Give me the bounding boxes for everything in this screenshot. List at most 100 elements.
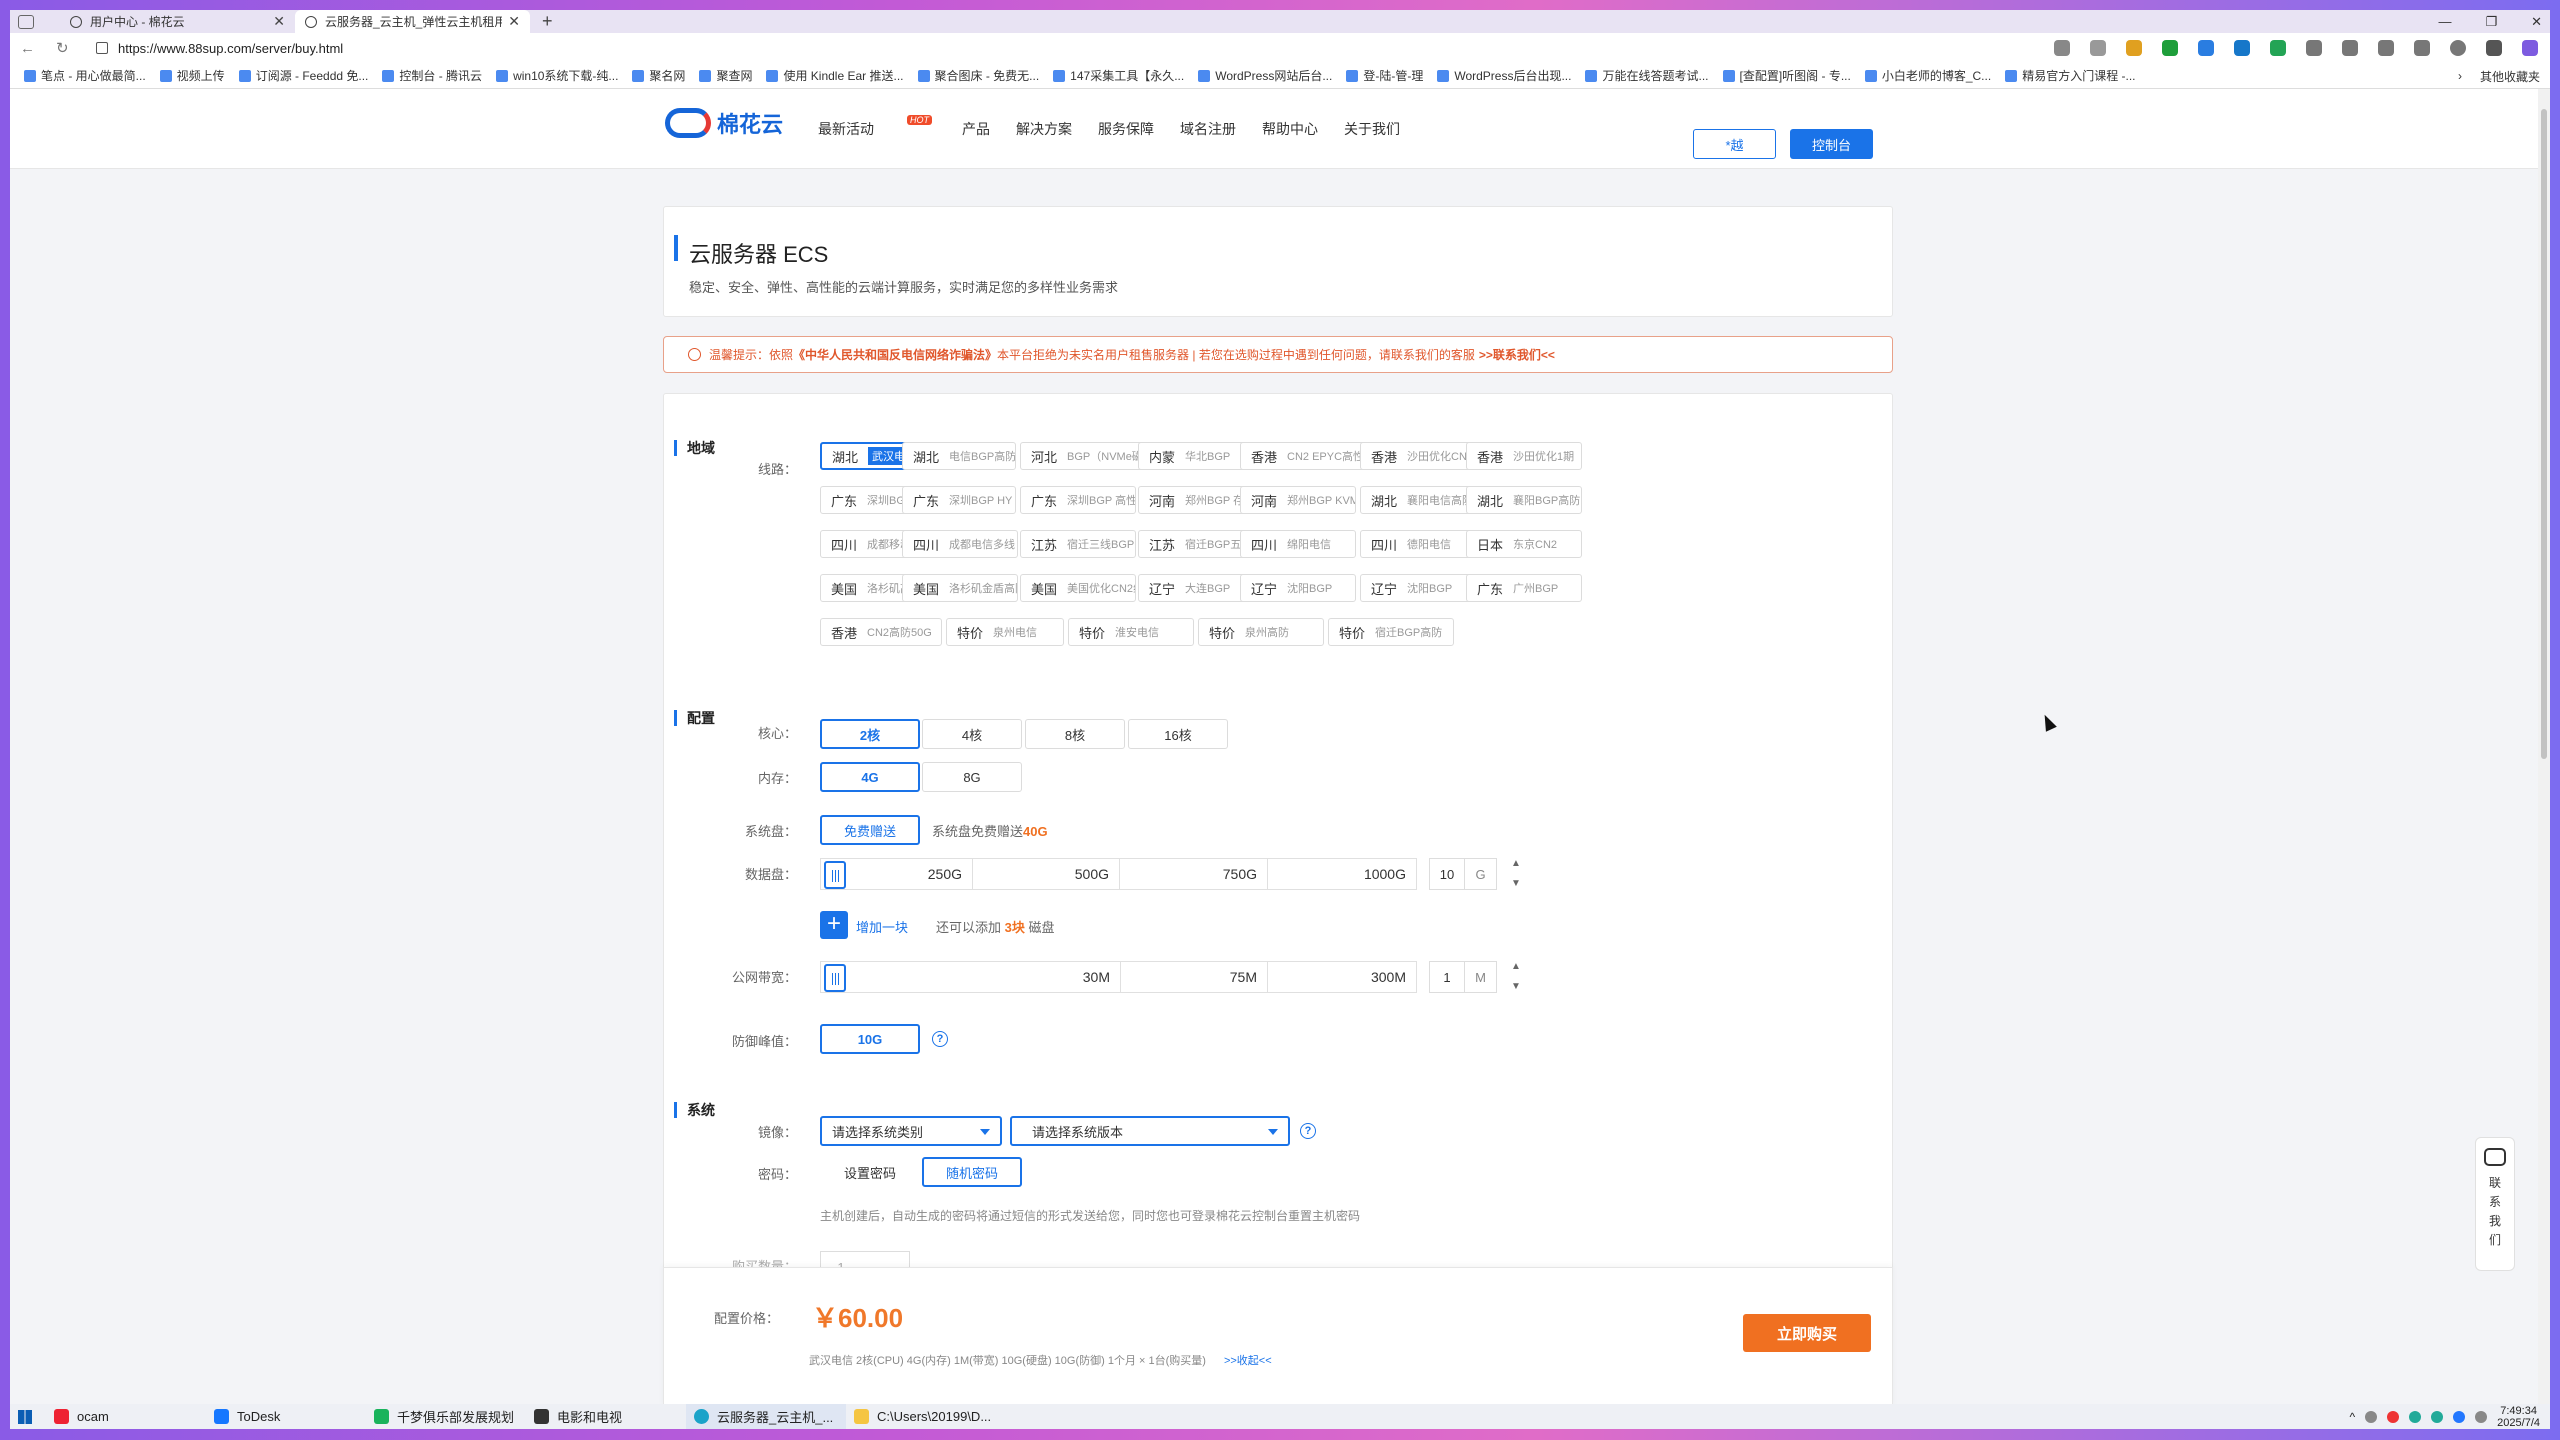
decrease-icon[interactable]: ▼ <box>1511 874 1521 894</box>
new-tab-icon[interactable]: + <box>542 11 553 32</box>
region-option[interactable]: 江苏 宿迁三线BGP <box>1020 530 1136 558</box>
datadisk-stepper[interactable]: ▲ ▼ <box>1511 854 1521 894</box>
bookmark-item[interactable]: 万能在线答题考试... <box>1585 67 1709 84</box>
ddos-option-10g[interactable]: 10G <box>820 1024 920 1054</box>
bookmarks-overflow-icon[interactable]: › <box>2458 69 2462 83</box>
scrollbar-thumb[interactable] <box>2541 109 2547 759</box>
taskbar-item-explorer[interactable]: C:\Users\20199\D... <box>846 1404 1006 1429</box>
more-menu-icon[interactable] <box>2486 40 2502 56</box>
region-option[interactable]: 广东 广州BGP <box>1466 574 1582 602</box>
region-option[interactable]: 香港 沙田优化CN2 <box>1360 442 1476 470</box>
bookmark-item[interactable]: 订阅源 - Feeddd 免... <box>238 67 368 84</box>
bookmark-item[interactable]: [查配置]听图阁 - 专... <box>1722 67 1851 84</box>
bookmark-item[interactable]: WordPress网站后台... <box>1198 67 1332 84</box>
bandwidth-input[interactable]: 1 M <box>1429 961 1497 993</box>
wechat-icon[interactable] <box>2431 1410 2444 1423</box>
region-option[interactable]: 特价 泉州高防 <box>1198 618 1324 646</box>
menu-item-service[interactable]: 服务保障 <box>1098 119 1154 139</box>
region-option[interactable]: 辽宁 大连BGP <box>1138 574 1254 602</box>
menu-item-products[interactable]: 产品 <box>962 119 990 139</box>
favorites-icon[interactable] <box>2342 40 2358 56</box>
download-icon[interactable] <box>2378 40 2394 56</box>
collapse-link[interactable]: >>收起<< <box>1224 1355 1272 1367</box>
taskbar-item-edge[interactable]: 云服务器_云主机_... <box>686 1404 846 1429</box>
network-icon[interactable] <box>2453 1410 2466 1423</box>
bookmark-item[interactable]: 聚查网 <box>699 67 752 84</box>
bookmark-item[interactable]: 登-陆-管-理 <box>1346 67 1423 84</box>
bookmark-item[interactable]: 控制台 - 腾讯云 <box>382 67 482 84</box>
avatar[interactable] <box>2450 40 2466 56</box>
datadisk-value[interactable]: 10 <box>1430 859 1464 889</box>
datadisk-input[interactable]: 10 G <box>1429 858 1497 890</box>
region-option[interactable]: 美国洛杉矶金盾高防 <box>902 574 1018 602</box>
menu-item-domain[interactable]: 域名注册 <box>1180 119 1236 139</box>
close-tab-icon[interactable]: ✕ <box>508 13 520 30</box>
region-option[interactable]: 辽宁 沈阳BGP <box>1240 574 1356 602</box>
bandwidth-slider-handle[interactable] <box>824 964 846 992</box>
clock[interactable]: 7:49:34 2025/7/4 <box>2497 1405 2540 1429</box>
bookmark-item[interactable]: 笔点 - 用心做最简... <box>24 67 146 84</box>
collections-icon[interactable] <box>2414 40 2430 56</box>
extension-icon[interactable] <box>2126 40 2142 56</box>
taskbar-item-movies[interactable]: 电影和电视 <box>526 1404 686 1429</box>
extension-icon[interactable] <box>2270 40 2286 56</box>
increase-icon[interactable]: ▲ <box>1511 957 1521 977</box>
tray-app-icon[interactable] <box>2365 1410 2378 1423</box>
menu-item-activities[interactable]: 最新活动 HOT <box>818 115 932 139</box>
bookmark-item[interactable]: 精易官方入门课程 -... <box>2005 67 2136 84</box>
core-option-2[interactable]: 2核 <box>820 719 920 749</box>
reload-icon[interactable]: ↻ <box>56 39 82 57</box>
url-field[interactable]: https://www.88sup.com/server/buy.html <box>118 41 2054 56</box>
region-option[interactable]: 广东深圳BGP 高性能 <box>1020 486 1136 514</box>
close-window-icon[interactable]: ✕ <box>2531 14 2542 30</box>
read-aloud-icon[interactable] <box>2054 40 2070 56</box>
region-option[interactable]: 河北 BGP（NVMe磁盘 <box>1020 442 1156 470</box>
region-option[interactable]: 四川 成都电信多线 <box>902 530 1018 558</box>
memory-option-8g[interactable]: 8G <box>922 762 1022 792</box>
bookmark-item[interactable]: 聚合图床 - 免费无... <box>917 67 1039 84</box>
taskbar-item-doc[interactable]: 千梦俱乐部发展规划 <box>366 1404 526 1429</box>
restore-icon[interactable]: ❐ <box>2485 14 2497 30</box>
region-option[interactable]: 四川 德阳电信 <box>1360 530 1476 558</box>
core-option-4[interactable]: 4核 <box>922 719 1022 749</box>
decrease-icon[interactable]: ▼ <box>1511 977 1521 997</box>
help-icon[interactable]: ? <box>1300 1123 1316 1139</box>
region-option[interactable]: 湖北 电信BGP高防 <box>902 442 1016 470</box>
datadisk-slider[interactable]: 250G 500G 750G 1000G <box>820 858 1417 890</box>
bookmark-item[interactable]: WordPress后台出现... <box>1437 67 1571 84</box>
bookmark-item[interactable]: 使用 Kindle Ear 推送... <box>766 67 904 84</box>
extension-icon[interactable] <box>2234 40 2250 56</box>
bookmark-item[interactable]: 聚名网 <box>632 67 685 84</box>
taskbar-item-todesk[interactable]: ToDesk <box>206 1404 366 1429</box>
extension-icon[interactable] <box>2162 40 2178 56</box>
help-icon[interactable]: ? <box>932 1031 948 1047</box>
bandwidth-value[interactable]: 1 <box>1430 962 1464 992</box>
taskbar-item-ocam[interactable]: ocam <box>46 1404 206 1429</box>
increase-icon[interactable]: ▲ <box>1511 854 1521 874</box>
tray-app-icon[interactable] <box>2387 1410 2400 1423</box>
buy-now-button[interactable]: 立即购买 <box>1743 1314 1871 1352</box>
other-bookmarks[interactable]: 其他收藏夹 <box>2480 68 2540 85</box>
lock-icon[interactable] <box>96 42 108 54</box>
region-option[interactable]: 香港 CN2高防50G <box>820 618 942 646</box>
region-option[interactable]: 美国美国优化CN2线路 <box>1020 574 1136 602</box>
region-option[interactable]: 香港 CN2 EPYC高性能 <box>1240 442 1376 470</box>
os-type-select[interactable]: 请选择系统类别 <box>820 1116 1002 1146</box>
add-disk-icon[interactable]: + <box>820 911 848 939</box>
bookmark-item[interactable]: 小白老师的博客_C... <box>1864 67 1991 84</box>
region-option[interactable]: 特价 淮安电信 <box>1068 618 1194 646</box>
site-logo[interactable]: 棉花云 <box>665 107 783 139</box>
region-option[interactable]: 特价 泉州电信 <box>946 618 1064 646</box>
tab-cloud-server[interactable]: 云服务器_云主机_弹性云主机租用 ✕ <box>295 10 530 33</box>
sysdisk-free-button[interactable]: 免费赠送 <box>820 815 920 845</box>
contact-link[interactable]: >>联系我们<< <box>1479 346 1555 363</box>
datadisk-slider-handle[interactable] <box>824 861 846 889</box>
menu-item-about[interactable]: 关于我们 <box>1344 119 1400 139</box>
os-version-select[interactable]: 请选择系统版本 <box>1010 1116 1290 1146</box>
extension-icon[interactable] <box>2198 40 2214 56</box>
windows-start-icon[interactable] <box>18 1409 32 1424</box>
page-scrollbar[interactable] <box>2538 89 2550 1429</box>
menu-item-help[interactable]: 帮助中心 <box>1262 119 1318 139</box>
bandwidth-slider[interactable]: 30M 75M 300M <box>820 961 1417 993</box>
bookmark-item[interactable]: 视频上传 <box>159 67 225 84</box>
